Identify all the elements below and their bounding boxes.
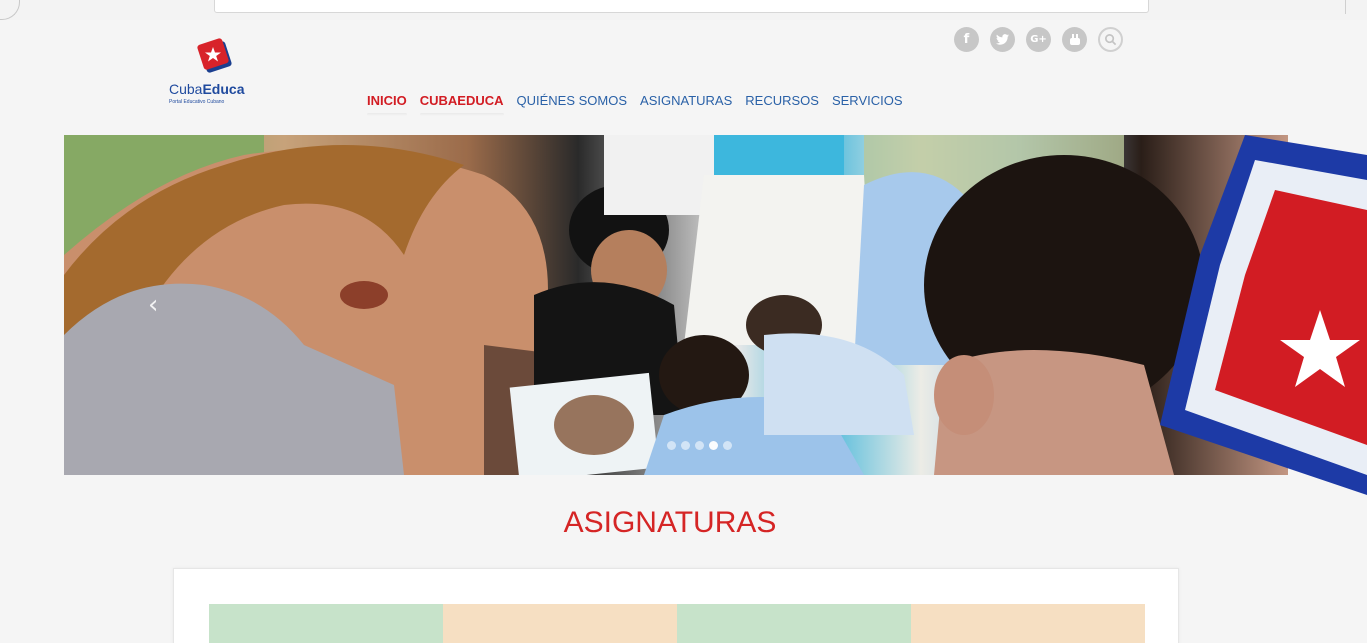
slider-dot[interactable] bbox=[667, 441, 676, 450]
divider bbox=[1345, 0, 1346, 14]
logo-wordmark: CubaEduca bbox=[169, 81, 245, 97]
search-icon[interactable] bbox=[1098, 27, 1123, 52]
slider-dot[interactable] bbox=[723, 441, 732, 450]
main-navigation: INICIO CUBAEDUCA QUIÉNES SOMOS ASIGNATUR… bbox=[367, 93, 903, 116]
subject-tile[interactable] bbox=[911, 604, 1145, 643]
subjects-card bbox=[173, 568, 1179, 643]
slider-prev-button[interactable]: ‹ bbox=[148, 290, 158, 320]
nav-item-cubaeduca[interactable]: CUBAEDUCA bbox=[419, 93, 504, 116]
hero-photo bbox=[64, 135, 1204, 475]
subjects-grid bbox=[209, 604, 1145, 643]
slider-dot[interactable] bbox=[681, 441, 690, 450]
top-search-input[interactable] bbox=[214, 0, 1149, 13]
subject-tile[interactable] bbox=[443, 604, 677, 643]
google-plus-icon[interactable]: G+ bbox=[1026, 27, 1051, 52]
top-search-strip bbox=[0, 0, 1367, 20]
twitter-icon[interactable] bbox=[990, 27, 1015, 52]
corner-decoration bbox=[0, 0, 20, 20]
youtube-icon[interactable] bbox=[1062, 27, 1087, 52]
subject-tile[interactable] bbox=[209, 604, 443, 643]
section-title: ASIGNATURAS bbox=[563, 506, 777, 539]
cuban-flag-ribbon bbox=[1160, 135, 1367, 495]
cubaeduca-logo-icon bbox=[197, 38, 232, 73]
nav-item-quienes-somos[interactable]: QUIÉNES SOMOS bbox=[517, 93, 628, 116]
social-links: f G+ bbox=[954, 27, 1123, 52]
facebook-icon[interactable]: f bbox=[954, 27, 979, 52]
nav-item-recursos[interactable]: RECURSOS bbox=[745, 93, 819, 116]
site-logo[interactable]: CubaEduca Portal Educativo Cubano bbox=[169, 38, 269, 118]
slider-dot[interactable] bbox=[709, 441, 718, 450]
logo-tagline: Portal Educativo Cubano bbox=[169, 99, 225, 105]
hero-slider: ‹ › bbox=[64, 135, 1288, 475]
nav-item-inicio[interactable]: INICIO bbox=[367, 93, 407, 116]
subject-tile[interactable] bbox=[677, 604, 911, 643]
nav-item-servicios[interactable]: SERVICIOS bbox=[832, 93, 903, 116]
nav-item-asignaturas[interactable]: ASIGNATURAS bbox=[640, 93, 732, 116]
slider-pagination bbox=[667, 441, 732, 450]
slider-dot[interactable] bbox=[695, 441, 704, 450]
